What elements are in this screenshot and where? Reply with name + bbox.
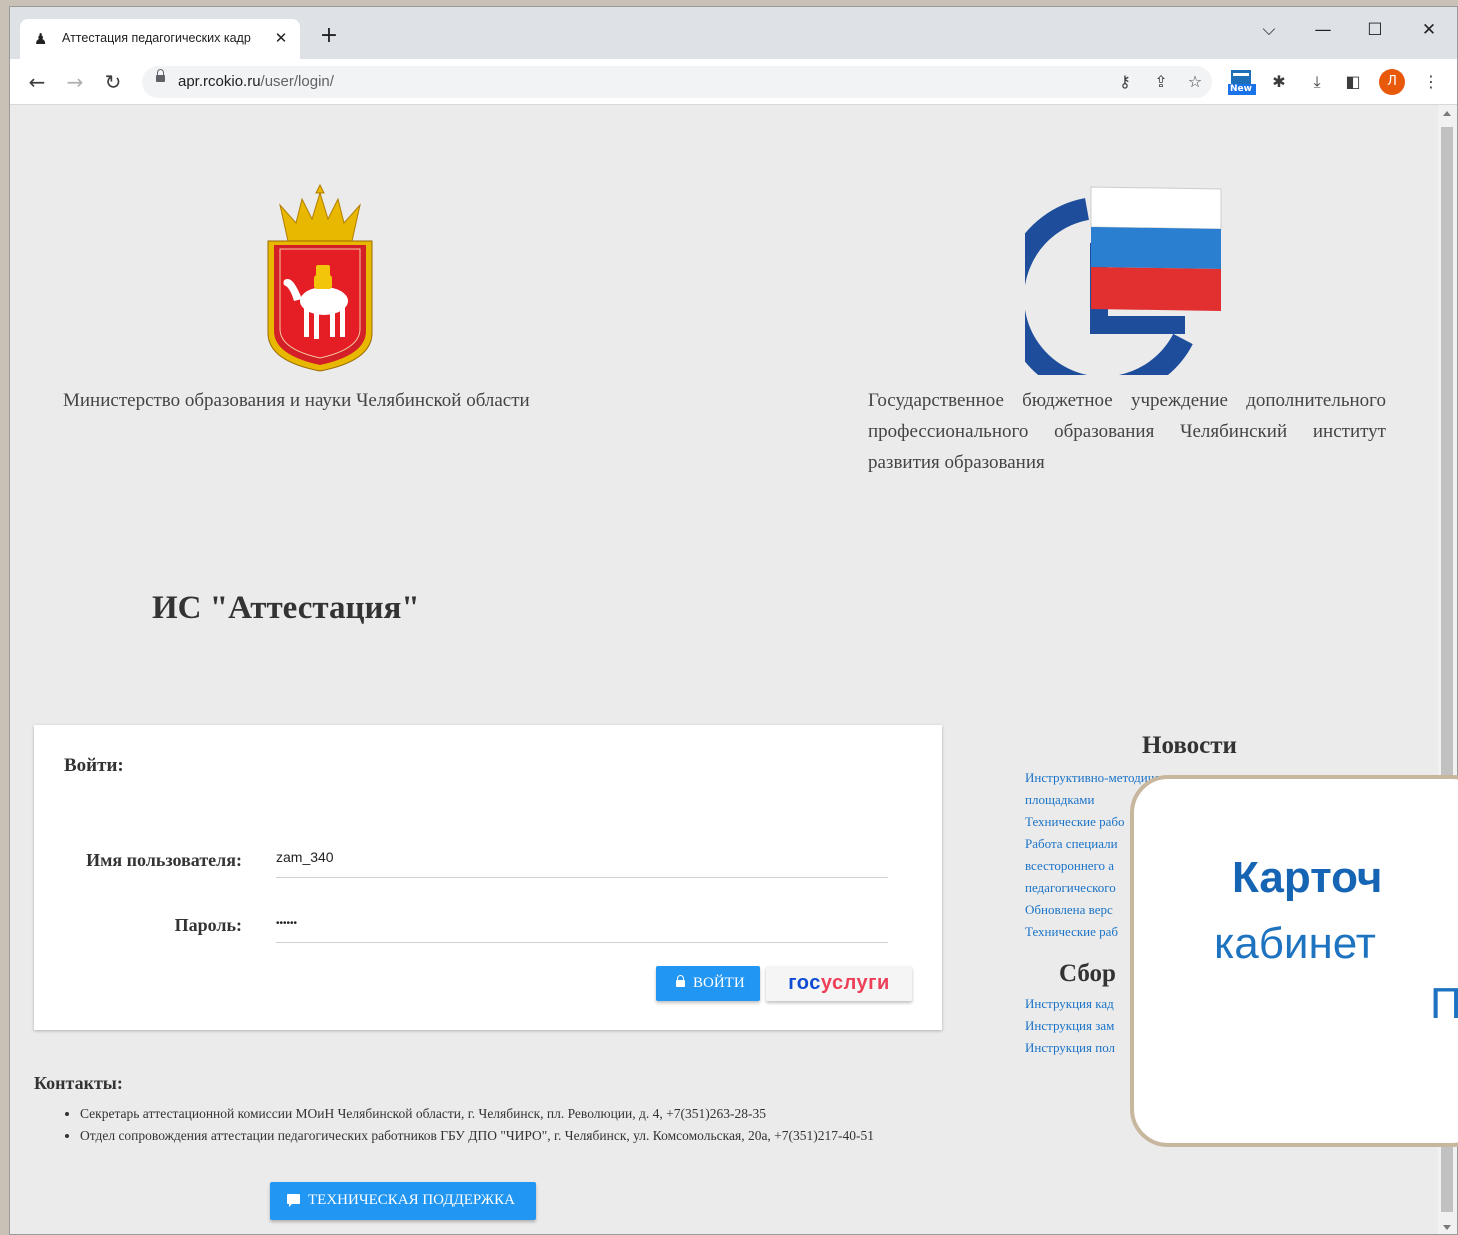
chat-icon [287, 1194, 300, 1207]
tab-search-icon[interactable]: ⌵ [1246, 13, 1292, 47]
download-icon[interactable]: ⤓ [1304, 68, 1330, 96]
bookmark-star-icon[interactable]: ☆ [1182, 68, 1208, 96]
side-panel-icon[interactable]: ◧ [1340, 68, 1366, 96]
forward-arrow-icon[interactable]: → [60, 67, 90, 97]
news-heading: Новости [1142, 732, 1237, 759]
tab-close-icon[interactable]: ✕ [270, 27, 292, 49]
new-badge: New [1230, 84, 1252, 94]
profile-avatar[interactable]: Л [1379, 69, 1405, 95]
tab-strip: ♟ Аттестация педагогических кадр ✕ + ⌵ —… [10, 7, 1457, 59]
extensions-puzzle-icon[interactable]: ✱ [1266, 68, 1292, 96]
lock-icon [676, 975, 685, 987]
ministry-name: Министерство образования и науки Челябин… [63, 390, 530, 411]
address-bar[interactable]: apr.rcokio.ru/user/login/ ⚷ ⇪ ☆ [142, 66, 1212, 98]
list-item: Отдел сопровождения аттестации педагогич… [80, 1125, 960, 1147]
collections-heading: Сбор [1059, 960, 1116, 987]
chiro-name: Государственное бюджетное учреждение доп… [868, 390, 1386, 473]
contacts-heading: Контакты: [34, 1073, 123, 1093]
chelyabinsk-coat-of-arms-icon [267, 183, 373, 372]
extension-new-icon[interactable]: New [1228, 67, 1256, 95]
chiro-logo-icon [1025, 186, 1222, 375]
scroll-down-icon[interactable] [1443, 1225, 1451, 1230]
lock-icon [156, 69, 165, 82]
password-field[interactable]: •••••• [276, 910, 888, 943]
callout-line-1: Карточ [1232, 853, 1383, 902]
page-title: ИС "Аттестация" [152, 590, 420, 626]
login-button[interactable]: ВОЙТИ [656, 966, 760, 1001]
browser-toolbar: ← → ↻ apr.rcokio.ru/user/login/ ⚷ ⇪ ☆ Ne… [10, 59, 1457, 105]
list-item: Секретарь аттестационной комиссии МОиН Ч… [80, 1103, 960, 1125]
username-field[interactable]: zam_340 [276, 845, 888, 878]
callout-line-2: кабинет [1214, 919, 1376, 968]
contacts-list: Секретарь аттестационной комиссии МОиН Ч… [34, 1103, 960, 1147]
tech-support-label: ТЕХНИЧЕСКАЯ ПОДДЕРЖКА [308, 1192, 515, 1208]
favicon-person-icon: ♟ [34, 30, 48, 48]
scroll-up-icon[interactable] [1443, 111, 1451, 116]
back-arrow-icon[interactable]: ← [22, 67, 52, 97]
gosuslugi-logo-part2: услуги [820, 972, 890, 994]
share-icon[interactable]: ⇪ [1148, 68, 1174, 96]
username-value: zam_340 [276, 849, 334, 865]
url-text: apr.rcokio.ru/user/login/ [178, 73, 334, 90]
close-window-button[interactable]: ✕ [1406, 13, 1452, 47]
new-tab-button[interactable]: + [314, 21, 344, 51]
minimize-button[interactable]: — [1300, 13, 1346, 47]
callout-overlay: Карточ кабинет П [1130, 775, 1458, 1147]
password-label: Пароль: [174, 915, 242, 935]
key-icon[interactable]: ⚷ [1112, 68, 1138, 96]
login-button-label: ВОЙТИ [693, 975, 745, 991]
login-card: Войти: Имя пользователя: zam_340 Пароль:… [34, 725, 942, 1030]
login-heading: Войти: [64, 755, 124, 776]
gosuslugi-button[interactable]: госуслуги [766, 966, 912, 1001]
tech-support-button[interactable]: ТЕХНИЧЕСКАЯ ПОДДЕРЖКА [270, 1182, 536, 1220]
callout-line-3: П [1430, 979, 1458, 1029]
password-value: •••••• [276, 918, 298, 929]
menu-kebab-icon[interactable]: ⋮ [1418, 68, 1444, 96]
browser-tab[interactable]: ♟ Аттестация педагогических кадр ✕ [20, 19, 300, 59]
tab-title: Аттестация педагогических кадр [62, 31, 251, 45]
gosuslugi-logo-part1: гос [788, 972, 821, 994]
maximize-button[interactable]: ☐ [1352, 13, 1398, 47]
reload-icon[interactable]: ↻ [98, 67, 128, 97]
username-label: Имя пользователя: [86, 850, 242, 870]
